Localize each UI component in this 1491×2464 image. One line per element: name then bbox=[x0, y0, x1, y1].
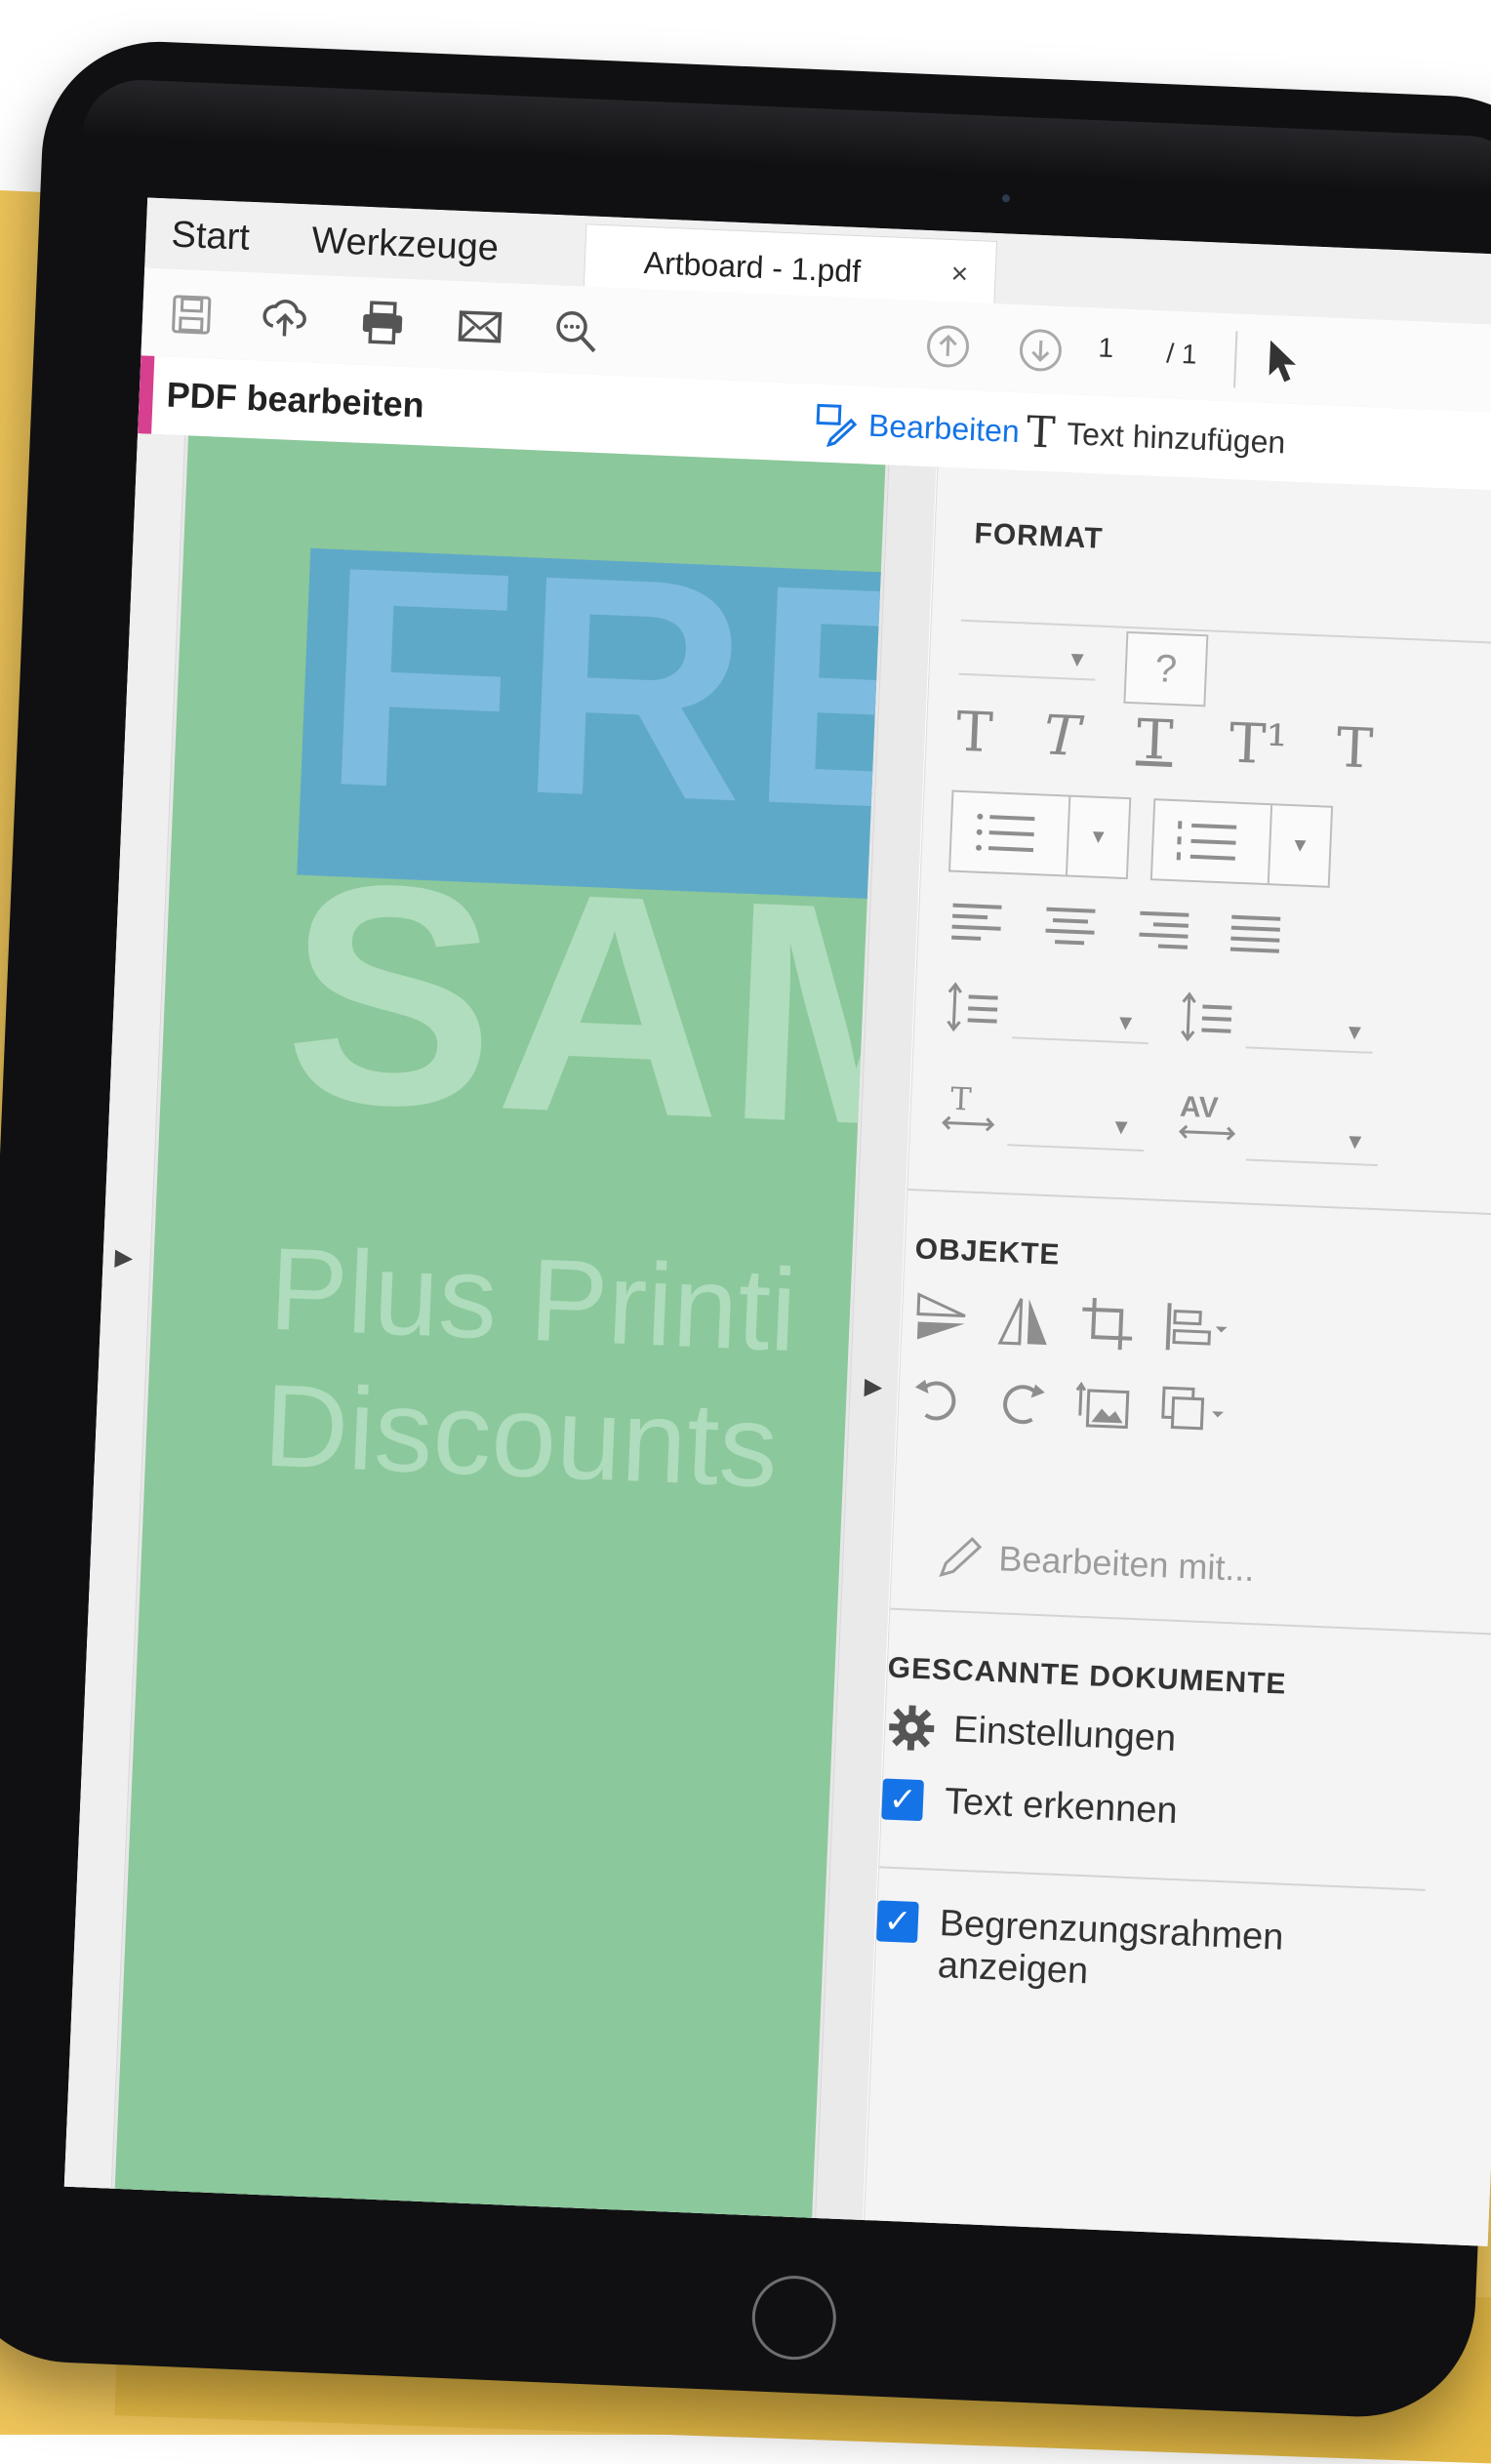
tab-werkzeuge[interactable]: Werkzeuge bbox=[311, 221, 500, 270]
gear-icon bbox=[889, 1705, 935, 1751]
superscript-t-icon[interactable]: T¹ bbox=[1228, 711, 1288, 777]
save-icon[interactable] bbox=[165, 288, 218, 341]
tab-document-label: Artboard - 1.pdf bbox=[643, 244, 862, 290]
camera-icon bbox=[1001, 194, 1011, 203]
format-section-title: FORMAT bbox=[973, 517, 1105, 555]
align-objects-icon[interactable] bbox=[1159, 1297, 1229, 1358]
chevron-down-icon[interactable]: ▼ bbox=[1110, 1114, 1133, 1141]
horizontal-scale-icon[interactable]: T bbox=[940, 1077, 1000, 1138]
settings-label: Einstellungen bbox=[952, 1708, 1178, 1759]
page-up-icon[interactable] bbox=[921, 320, 974, 373]
tab-start[interactable]: Start bbox=[171, 215, 251, 260]
italic-t-icon[interactable]: T bbox=[1043, 704, 1082, 769]
edit-with-label: Bearbeiten mit... bbox=[997, 1538, 1256, 1590]
headline-line-2[interactable]: SAM bbox=[280, 811, 886, 1199]
section-divider bbox=[890, 1607, 1491, 1637]
character-spacing-icon[interactable]: AV bbox=[1178, 1090, 1239, 1142]
toolbar-divider bbox=[1233, 331, 1238, 388]
align-center-icon[interactable] bbox=[1040, 901, 1101, 951]
rotate-right-icon[interactable] bbox=[990, 1373, 1051, 1434]
flip-horizontal-icon[interactable] bbox=[994, 1290, 1055, 1351]
bullet-list-button[interactable]: ▼ bbox=[947, 789, 1132, 880]
text-t-icon: T bbox=[1025, 406, 1057, 459]
page-number-input[interactable]: 1 bbox=[1098, 332, 1114, 364]
recognize-text-label: Text erkennen bbox=[944, 1781, 1179, 1833]
rotate-left-icon[interactable] bbox=[907, 1369, 968, 1430]
app-screen: Start Werkzeuge Artboard - 1.pdf × 1 / 1… bbox=[63, 197, 1491, 2246]
objects-section-title: OBJEKTE bbox=[914, 1232, 1062, 1272]
subline-2: Discounts bbox=[261, 1359, 781, 1513]
document-area: ▶ FRE SAM Plus Printi Discounts ▶ bbox=[63, 433, 937, 2222]
page-total: / 1 bbox=[1165, 338, 1198, 370]
format-panel: FORMAT ▼ ? T T T T¹ T ▼ ▼ ▼ ▼ T ▼ AV ▼ O… bbox=[863, 466, 1491, 2246]
section-divider bbox=[879, 1866, 1426, 1891]
section-divider bbox=[907, 1188, 1491, 1218]
settings-button[interactable]: Einstellungen bbox=[884, 1701, 1177, 1765]
align-justify-icon[interactable] bbox=[1226, 909, 1286, 959]
close-icon[interactable]: × bbox=[950, 258, 969, 292]
add-text-button[interactable]: T Text hinzufügen bbox=[1026, 404, 1287, 469]
flip-vertical-icon[interactable] bbox=[911, 1286, 972, 1347]
numbered-list-button[interactable]: ▼ bbox=[1149, 798, 1334, 888]
print-icon[interactable] bbox=[356, 297, 409, 349]
underline-t-icon[interactable]: T bbox=[1135, 707, 1174, 773]
page-down-icon[interactable] bbox=[1014, 324, 1067, 377]
zoom-search-icon[interactable] bbox=[549, 304, 602, 357]
edit-button[interactable]: Bearbeiten bbox=[811, 395, 1021, 459]
expand-left-icon[interactable]: ▶ bbox=[114, 1243, 134, 1272]
bold-t-icon[interactable]: T bbox=[955, 701, 994, 766]
expand-right-icon[interactable]: ▶ bbox=[864, 1372, 883, 1401]
subline[interactable]: Plus Printi Discounts bbox=[262, 1221, 799, 1515]
paragraph-spacing-field[interactable] bbox=[1245, 1046, 1373, 1054]
home-button[interactable] bbox=[750, 2274, 838, 2362]
subline-1: Plus Printi bbox=[266, 1223, 800, 1377]
edit-pdf-title: PDF bearbeiten bbox=[165, 374, 425, 425]
scanned-docs-section-title: GESCANNTE DOKUMENTE bbox=[887, 1651, 1288, 1701]
help-icon[interactable]: ? bbox=[1123, 630, 1209, 707]
crop-icon[interactable] bbox=[1077, 1293, 1138, 1353]
paragraph-spacing-icon[interactable] bbox=[1178, 990, 1238, 1045]
font-family-field[interactable] bbox=[960, 619, 1491, 647]
horizontal-scale-field[interactable] bbox=[1007, 1144, 1145, 1152]
chevron-down-icon[interactable]: ▼ bbox=[1344, 1020, 1366, 1046]
chevron-down-icon[interactable]: ▼ bbox=[1267, 805, 1332, 886]
edit-button-label: Bearbeiten bbox=[867, 407, 1021, 449]
align-right-icon[interactable] bbox=[1133, 905, 1193, 955]
select-cursor-icon[interactable] bbox=[1263, 337, 1304, 387]
pencil-icon bbox=[939, 1536, 983, 1578]
line-spacing-field[interactable] bbox=[1011, 1036, 1148, 1045]
svg-text:T: T bbox=[949, 1080, 973, 1118]
line-spacing-icon[interactable] bbox=[944, 980, 1004, 1035]
add-text-label: Text hinzufügen bbox=[1066, 415, 1287, 460]
chevron-down-icon[interactable]: ▼ bbox=[1067, 646, 1089, 672]
bounding-box-row[interactable]: ✓ Begrenzungsrahmen anzeigen bbox=[874, 1900, 1284, 2000]
bullet-list-icon bbox=[976, 813, 1035, 853]
align-left-icon[interactable] bbox=[947, 898, 1008, 949]
edit-bar-accent bbox=[138, 355, 155, 434]
tablet-device: Start Werkzeuge Artboard - 1.pdf × 1 / 1… bbox=[0, 37, 1491, 2422]
bounding-box-label: Begrenzungsrahmen anzeigen bbox=[937, 1903, 1284, 2001]
checkbox-checked-icon[interactable]: ✓ bbox=[881, 1778, 924, 1822]
upload-icon[interactable] bbox=[259, 292, 311, 344]
recognize-text-row[interactable]: ✓ Text erkennen bbox=[881, 1778, 1178, 1833]
mail-icon[interactable] bbox=[454, 301, 506, 353]
chevron-down-icon[interactable]: ▼ bbox=[1065, 796, 1130, 878]
chevron-down-icon[interactable]: ▼ bbox=[1114, 1010, 1137, 1036]
arrange-objects-icon[interactable] bbox=[1156, 1380, 1227, 1441]
edit-with-dropdown[interactable]: Bearbeiten mit... bbox=[936, 1532, 1256, 1595]
device-bezel-top bbox=[81, 77, 1491, 197]
replace-image-icon[interactable] bbox=[1073, 1376, 1134, 1436]
character-spacing-label: AV bbox=[1179, 1090, 1220, 1125]
edit-text-image-icon bbox=[816, 403, 858, 448]
numbered-list-icon bbox=[1176, 821, 1237, 861]
font-size-field[interactable] bbox=[958, 672, 1096, 681]
subscript-t-icon[interactable]: T bbox=[1335, 716, 1374, 782]
character-spacing-field[interactable] bbox=[1245, 1158, 1378, 1167]
checkbox-checked-icon[interactable]: ✓ bbox=[876, 1900, 919, 1944]
pdf-page[interactable]: FRE SAM Plus Printi Discounts bbox=[114, 435, 886, 2220]
chevron-down-icon[interactable]: ▼ bbox=[1344, 1129, 1366, 1155]
arrow-both-icon bbox=[1178, 1124, 1236, 1141]
